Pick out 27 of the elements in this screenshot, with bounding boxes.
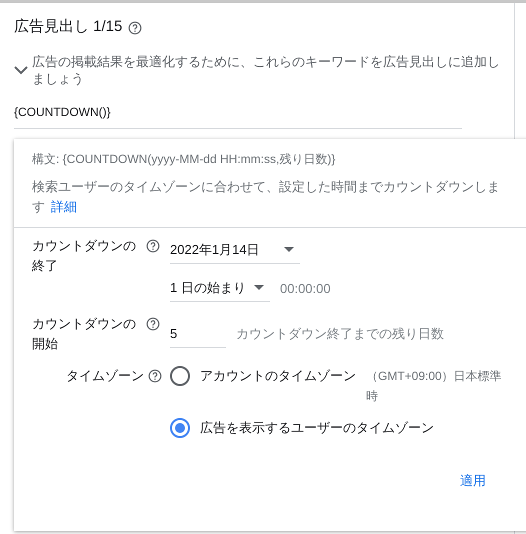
details-link[interactable]: 詳細 — [51, 199, 77, 214]
headline-input[interactable]: {COUNTDOWN()} — [14, 105, 462, 129]
description-text: 検索ユーザーのタイムゾーンに合わせて、設定した時間までカウントダウンします 詳細 — [32, 178, 501, 216]
start-label: カウントダウンの開始 — [32, 315, 137, 353]
apply-button[interactable]: 適用 — [450, 466, 496, 496]
end-label: カウントダウンの終了 — [32, 237, 137, 275]
radio-label: アカウントのタイムゾーン — [200, 367, 356, 385]
help-icon[interactable] — [128, 20, 142, 34]
timezone-label: タイムゾーン — [66, 367, 144, 385]
help-icon[interactable] — [146, 317, 160, 331]
radio-label: 広告を表示するユーザーのタイムゾーン — [200, 419, 434, 437]
caret-icon — [284, 247, 294, 252]
section-title: 広告見出し 1/15 — [14, 16, 122, 36]
help-icon[interactable] — [146, 239, 160, 253]
days-hint: カウントダウン終了までの残り日数 — [236, 325, 444, 343]
chevron-icon[interactable] — [14, 66, 28, 74]
time-of-day-dropdown[interactable]: 1 日の始まり — [170, 274, 270, 302]
time-text: 00:00:00 — [280, 280, 331, 296]
timezone-detail: （GMT+09:00）日本標準時 — [366, 368, 503, 405]
help-icon[interactable] — [148, 369, 162, 383]
syntax-text: 構文: {COUNTDOWN(yyyy-MM-dd HH:mm:ss,残り日数)} — [32, 151, 336, 168]
date-dropdown[interactable]: 2022年1月14日 — [170, 236, 300, 264]
days-input[interactable]: 5 — [170, 320, 226, 348]
radio-button[interactable] — [170, 418, 190, 438]
suggestion-text: 広告の掲載結果を最適化するために、これらのキーワードを広告見出しに追加しましょう — [32, 53, 501, 87]
radio-button[interactable] — [170, 366, 190, 386]
caret-icon — [254, 285, 264, 290]
